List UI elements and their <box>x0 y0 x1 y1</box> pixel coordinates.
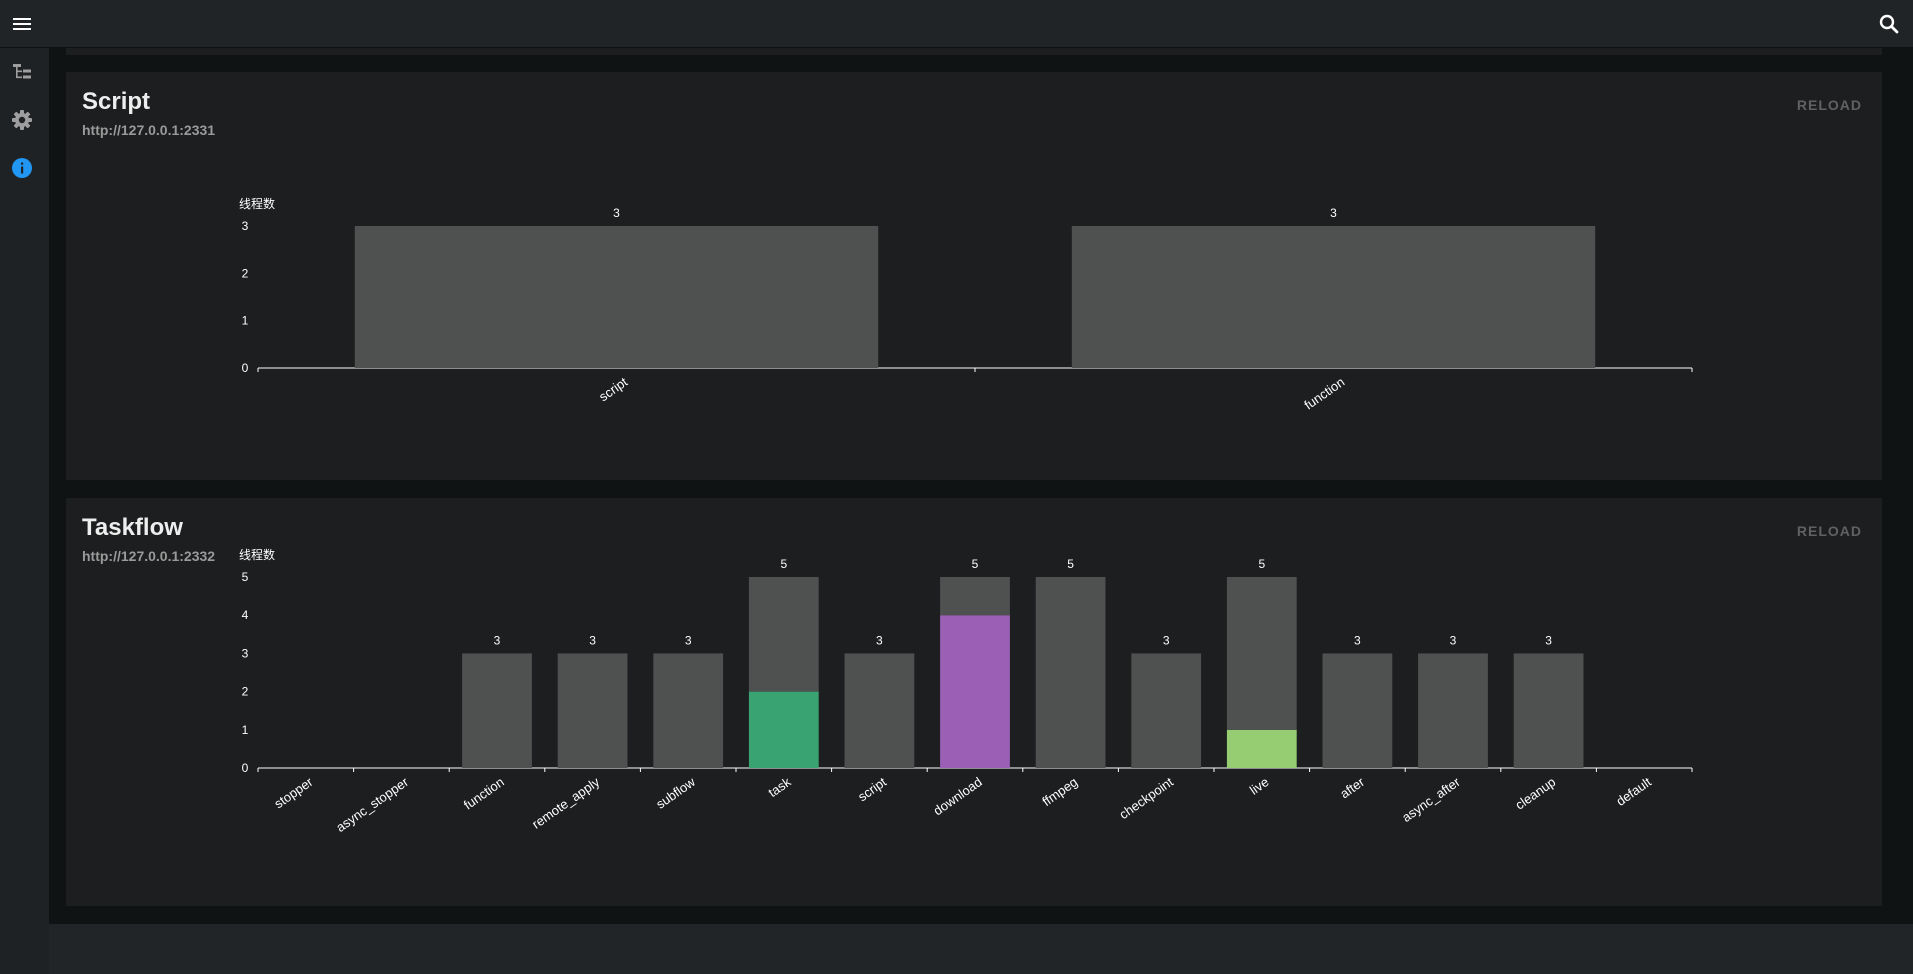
main-content: Script http://127.0.0.1:2331 RELOAD 线程数 0… <box>49 48 1913 924</box>
card-taskflow: Taskflow http://127.0.0.1:2332 RELOAD 线程… <box>66 498 1882 906</box>
y-tick-label: 3 <box>242 646 249 660</box>
y-tick-label: 1 <box>242 723 249 737</box>
bar <box>1131 653 1202 768</box>
bar <box>748 691 819 768</box>
y-tick-label: 5 <box>242 570 249 584</box>
bar <box>1418 653 1488 768</box>
y-tick-label: 0 <box>242 761 249 775</box>
bar <box>844 653 915 768</box>
bar <box>1226 729 1297 768</box>
data-label: 3 <box>613 206 620 220</box>
bar <box>557 653 628 768</box>
data-label: 3 <box>589 633 596 647</box>
data-label: 3 <box>1354 633 1361 647</box>
bar <box>748 577 819 692</box>
footer <box>49 924 1913 974</box>
bar-chart: 线程数 0 1 2 3 4 5 stopper async_stopper 3 function 3 r… <box>239 547 1693 835</box>
y-tick-label: 2 <box>242 266 249 280</box>
x-tick-label: cleanup <box>1512 774 1558 812</box>
bar <box>1226 577 1297 730</box>
menu-icon[interactable] <box>10 12 34 36</box>
bar <box>1322 653 1393 768</box>
data-label: 3 <box>494 633 501 647</box>
card-script: Script http://127.0.0.1:2331 RELOAD 线程数 0… <box>66 72 1882 480</box>
x-tick-label: async_after <box>1399 774 1463 825</box>
tree-icon[interactable] <box>10 60 34 84</box>
x-tick-label: checkpoint <box>1116 774 1176 822</box>
bar <box>462 653 532 768</box>
x-tick-label: remote_apply <box>529 774 603 832</box>
y-tick-label: 0 <box>242 361 249 375</box>
x-tick-label: script <box>855 774 889 804</box>
x-tick-label: download <box>931 774 985 818</box>
bar <box>354 226 879 368</box>
app-bar <box>0 0 1913 48</box>
data-label: 5 <box>1258 557 1265 571</box>
y-tick-label: 2 <box>242 685 249 699</box>
x-tick-label: async_stopper <box>333 774 411 835</box>
y-tick-label: 4 <box>242 608 249 622</box>
bar <box>940 615 1010 768</box>
x-tick-label: default <box>1613 774 1654 809</box>
x-tick-label: script <box>596 374 630 404</box>
y-axis-label: 线程数 <box>239 547 275 562</box>
x-tick-label: stopper <box>271 774 316 812</box>
data-label: 3 <box>1330 206 1337 220</box>
x-tick-label: function <box>1301 374 1347 412</box>
data-label: 3 <box>876 633 883 647</box>
search-icon[interactable] <box>1877 12 1901 36</box>
x-tick-label: live <box>1247 774 1272 797</box>
info-icon[interactable] <box>10 156 34 180</box>
bar <box>1035 577 1106 768</box>
bar <box>940 577 1010 616</box>
bar <box>1513 653 1584 768</box>
data-label: 5 <box>780 557 787 571</box>
data-label: 3 <box>1163 633 1170 647</box>
x-tick-label: function <box>461 774 507 812</box>
bar-chart: 线程数 0 1 2 3 3 script 3 function <box>239 196 1693 413</box>
x-tick-label: after <box>1337 774 1367 802</box>
y-tick-label: 1 <box>242 314 249 328</box>
bar <box>1071 226 1596 368</box>
data-label: 5 <box>1067 557 1074 571</box>
gear-icon[interactable] <box>10 108 34 132</box>
data-label: 3 <box>685 633 692 647</box>
x-tick-label: ffmpeg <box>1039 774 1080 809</box>
bar <box>653 653 724 768</box>
x-tick-label: subflow <box>653 774 698 812</box>
card-previous <box>66 48 1882 55</box>
y-axis-label: 线程数 <box>239 196 275 211</box>
x-tick-label: task <box>765 774 794 800</box>
y-tick-label: 3 <box>242 219 249 233</box>
data-label: 3 <box>1450 633 1457 647</box>
data-label: 3 <box>1545 633 1552 647</box>
side-rail <box>0 48 49 974</box>
data-label: 5 <box>972 557 979 571</box>
